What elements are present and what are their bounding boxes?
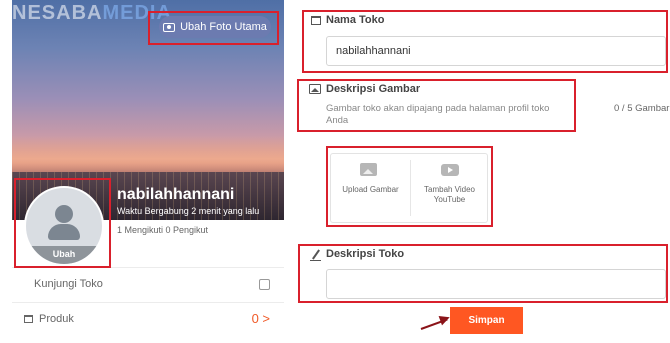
highlight-cover-button	[148, 11, 279, 45]
highlight-image-desc	[297, 79, 576, 132]
cover-haze	[12, 135, 284, 175]
image-counter: 0 / 5 Gambar	[614, 103, 670, 114]
product-label: Produk	[39, 313, 74, 325]
profile-shop-name: nabilahhannani	[117, 186, 235, 203]
highlight-upload-box	[326, 146, 493, 227]
shop-visit-icon	[259, 279, 270, 290]
joined-text: Waktu Bergabung 2 menit yang lalu	[117, 206, 260, 216]
basket-icon	[24, 315, 33, 323]
highlight-shop-name	[302, 10, 668, 73]
visit-shop-label: Kunjungi Toko	[34, 278, 103, 290]
save-button[interactable]: Simpan	[450, 307, 523, 334]
product-count: 0 >	[251, 311, 270, 326]
product-item[interactable]: Produk 0 >	[12, 302, 284, 336]
highlight-avatar	[14, 178, 111, 268]
watermark-part1: NESABA	[12, 2, 103, 24]
visit-shop-item[interactable]: Kunjungi Toko	[12, 267, 284, 301]
highlight-shop-desc	[298, 244, 668, 303]
follow-stats: 1 Mengikuti 0 Pengikut	[117, 225, 209, 235]
